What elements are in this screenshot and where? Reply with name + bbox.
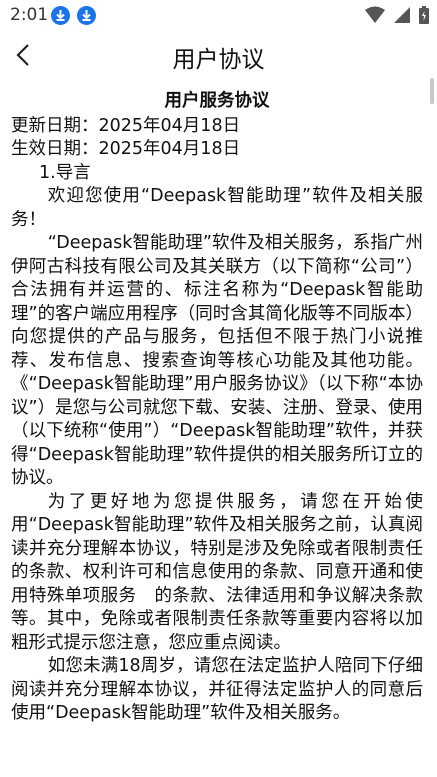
battery-icon [419,6,429,24]
download-icon [51,6,70,25]
paragraph: 为了更好地为您提供服务，请您在开始使用“Deepask智能助理”软件及相关服务之… [11,491,423,653]
updated-date: 更新日期：2025年04月18日 [11,115,241,136]
wifi-icon [364,6,385,23]
document-title: 用户服务协议 [164,91,270,111]
download-icon [77,6,96,25]
status-bar: 2:01 [0,0,437,32]
app-bar: 用户协议 [0,32,437,78]
section-heading: 1.导言 [39,162,91,183]
status-time: 2:01 [10,5,49,25]
agreement-content: 用户服务协议 更新日期：2025年04月18日 生效日期：2025年04月18日… [11,90,423,726]
paragraph: 如您未满18周岁，请您在法定监护人陪同下仔细阅读并充分理解本协议，并征得法定监护… [11,656,423,723]
signal-icon [393,7,410,23]
paragraph: 欢迎您使用“Deepask智能助理”软件及相关服务！ [11,186,423,230]
scrollbar-thumb[interactable] [430,78,434,104]
paragraph: “Deepask智能助理”软件及相关服务，系指广州伊阿古科技有限公司及其关联方（… [11,233,423,488]
effective-date: 生效日期：2025年04月18日 [11,139,241,159]
page-title: 用户协议 [172,47,265,73]
